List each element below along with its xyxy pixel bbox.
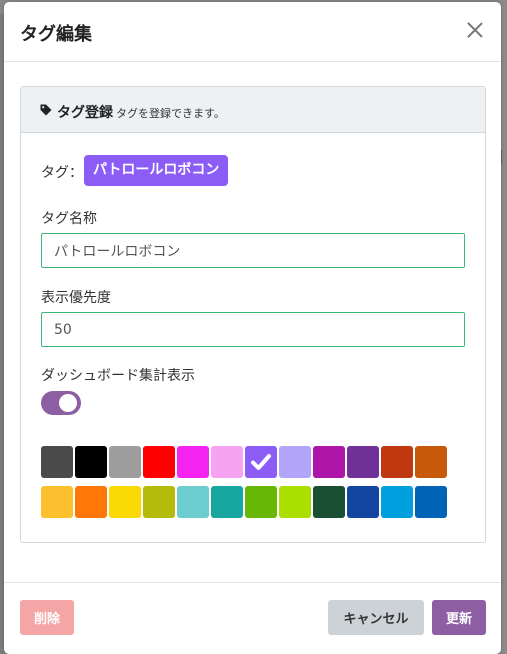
color-swatch[interactable]: [109, 446, 141, 478]
dashboard-label: ダッシュボード集計表示: [41, 368, 195, 384]
color-swatch[interactable]: [211, 446, 243, 478]
tag-prefix-label: タグ：: [41, 165, 83, 181]
color-swatch[interactable]: [415, 446, 447, 478]
close-icon[interactable]: [463, 18, 487, 42]
tag-name-label: タグ名称: [41, 211, 97, 227]
priority-input[interactable]: [41, 312, 465, 347]
color-swatch[interactable]: [143, 446, 175, 478]
color-swatch[interactable]: [347, 446, 379, 478]
modal-title: タグ編集: [20, 24, 92, 45]
color-swatch[interactable]: [75, 486, 107, 518]
dashboard-toggle[interactable]: [41, 391, 81, 415]
color-swatch[interactable]: [41, 446, 73, 478]
card-title: タグ登録: [57, 105, 113, 121]
color-swatch[interactable]: [415, 486, 447, 518]
toggle-knob: [59, 394, 77, 412]
tag-registration-card: タグ登録 タグを登録できます。 タグ： パトロールロボコン タグ名称 表示優先度…: [20, 86, 486, 543]
color-swatch[interactable]: [75, 446, 107, 478]
tag-preview-chip: パトロールロボコン: [84, 155, 229, 186]
check-icon: [251, 454, 271, 470]
color-swatch[interactable]: [313, 486, 345, 518]
priority-label: 表示優先度: [41, 290, 111, 306]
delete-button[interactable]: 削除: [20, 600, 74, 635]
color-swatch[interactable]: [313, 446, 345, 478]
cancel-button[interactable]: キャンセル: [328, 600, 424, 635]
color-swatch[interactable]: [41, 486, 73, 518]
color-swatch[interactable]: [177, 446, 209, 478]
card-subtitle: タグを登録できます。: [116, 107, 225, 120]
update-button[interactable]: 更新: [432, 600, 486, 635]
color-swatch[interactable]: [109, 486, 141, 518]
color-swatch[interactable]: [381, 446, 413, 478]
color-swatch[interactable]: [245, 446, 277, 478]
tag-icon: [40, 104, 52, 116]
color-swatch[interactable]: [177, 486, 209, 518]
color-swatch[interactable]: [245, 486, 277, 518]
modal-footer: 削除 キャンセル 更新: [4, 582, 501, 654]
color-swatch[interactable]: [347, 486, 379, 518]
background-page-edge: [500, 0, 507, 654]
color-swatch[interactable]: [279, 446, 311, 478]
color-swatch[interactable]: [211, 486, 243, 518]
card-header: タグ登録 タグを登録できます。: [21, 87, 485, 133]
color-swatch[interactable]: [381, 486, 413, 518]
color-palette: [41, 446, 451, 521]
tag-name-input[interactable]: [41, 233, 465, 268]
tag-edit-modal: タグ編集 タグ登録 タグを登録できます。 タグ： パトロールロボコン タグ名称 …: [4, 2, 501, 654]
color-swatch[interactable]: [143, 486, 175, 518]
color-swatch[interactable]: [279, 486, 311, 518]
modal-header: タグ編集: [4, 2, 501, 62]
